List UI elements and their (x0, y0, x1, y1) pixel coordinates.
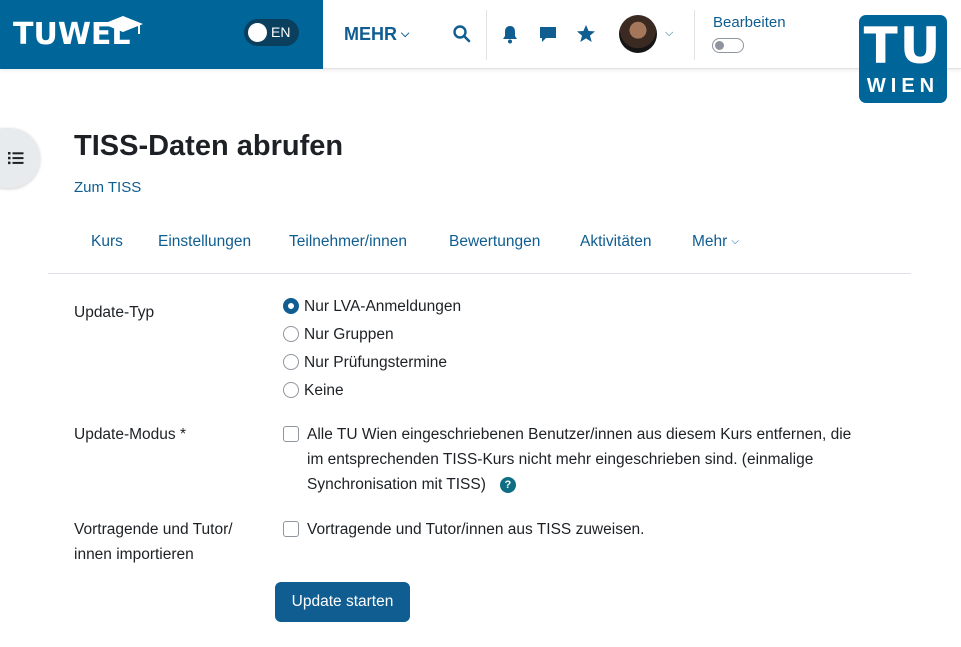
update-type-label: Update-Typ (74, 304, 155, 321)
tu-wien-logo[interactable]: TU WIEN (859, 15, 947, 103)
radio-button[interactable] (283, 354, 299, 370)
course-index-drawer-button[interactable] (0, 128, 40, 188)
navbar-divider (694, 10, 695, 60)
tab-more[interactable]: Mehr ⌵ (692, 232, 739, 252)
tab-activities[interactable]: Aktivitäten (580, 232, 652, 252)
secondary-navigation: Kurs Einstellungen Teilnehmer/innen Bewe… (48, 218, 911, 274)
avatar[interactable] (619, 15, 657, 53)
tu-logo-line2: WIEN (866, 75, 940, 97)
chevron-down-icon[interactable]: ⌵ (665, 27, 673, 40)
start-update-button[interactable]: Update starten (275, 582, 410, 622)
radio-label[interactable]: Nur Gruppen (304, 325, 394, 344)
chevron-down-icon: ⌵ (731, 236, 739, 247)
chevron-down-icon: ⌵ (401, 28, 410, 40)
more-menu[interactable]: MEHR ⌵ (344, 23, 409, 45)
tu-logo-line1: TU (863, 17, 943, 75)
help-icon[interactable]: ? (499, 477, 516, 493)
mortarboard-icon (103, 16, 143, 34)
assign-staff-text[interactable]: Vortragende und Tutor/innen aus TISS zuw… (307, 517, 645, 542)
more-menu-label: MEHR (344, 24, 397, 44)
language-label: EN (271, 24, 291, 40)
star-icon[interactable] (576, 24, 596, 44)
assign-staff-checkbox[interactable] (283, 521, 299, 537)
tab-more-label: Mehr (692, 233, 728, 250)
tab-participants[interactable]: Teilnehmer/innen (289, 232, 407, 252)
edit-mode-label: Bearbeiten (713, 14, 786, 31)
remove-unenrolled-text-line1: Alle TU Wien eingeschriebenen Benutzer/i… (307, 426, 852, 443)
list-icon (8, 152, 24, 165)
edit-mode-toggle-knob (715, 41, 724, 50)
language-toggle-knob (248, 23, 267, 42)
remove-unenrolled-text-line3-label: Synchronisation mit TISS) (307, 476, 486, 493)
import-staff-label-line1: Vortragende und Tutor/ (74, 521, 233, 538)
tab-course[interactable]: Kurs (91, 232, 123, 252)
navbar-divider (486, 10, 487, 60)
radio-label[interactable]: Nur LVA-Anmeldungen (304, 297, 461, 316)
chat-icon[interactable] (538, 24, 558, 44)
radio-button[interactable] (283, 326, 299, 342)
bell-icon[interactable] (501, 24, 521, 44)
back-to-tiss-link[interactable]: Zum TISS (74, 179, 141, 197)
tab-settings[interactable]: Einstellungen (158, 232, 251, 252)
remove-unenrolled-checkbox[interactable] (283, 426, 299, 442)
remove-unenrolled-text-line2: im entsprechenden TISS-Kurs nicht mehr e… (307, 451, 814, 468)
tuwel-logo[interactable]: TUWEL (13, 16, 143, 53)
tab-grades[interactable]: Bewertungen (449, 232, 540, 252)
import-staff-label-line2: innen importieren (74, 546, 194, 563)
radio-button[interactable] (283, 298, 299, 314)
page-title: TISS-Daten abrufen (74, 130, 344, 162)
brand-area: TUWEL EN (0, 0, 323, 69)
edit-mode-toggle[interactable] (712, 38, 744, 53)
update-mode-label: Update-Modus * (74, 426, 187, 443)
radio-label[interactable]: Nur Prüfungstermine (304, 353, 447, 372)
radio-button[interactable] (283, 382, 299, 398)
top-navbar: TUWEL EN MEHR ⌵ ⌵ Bearbeiten (0, 0, 961, 69)
search-icon[interactable] (452, 24, 472, 44)
language-toggle[interactable]: EN (244, 19, 299, 46)
radio-label[interactable]: Keine (304, 381, 344, 400)
remove-unenrolled-text-line3: Synchronisation mit TISS)? (307, 472, 516, 497)
